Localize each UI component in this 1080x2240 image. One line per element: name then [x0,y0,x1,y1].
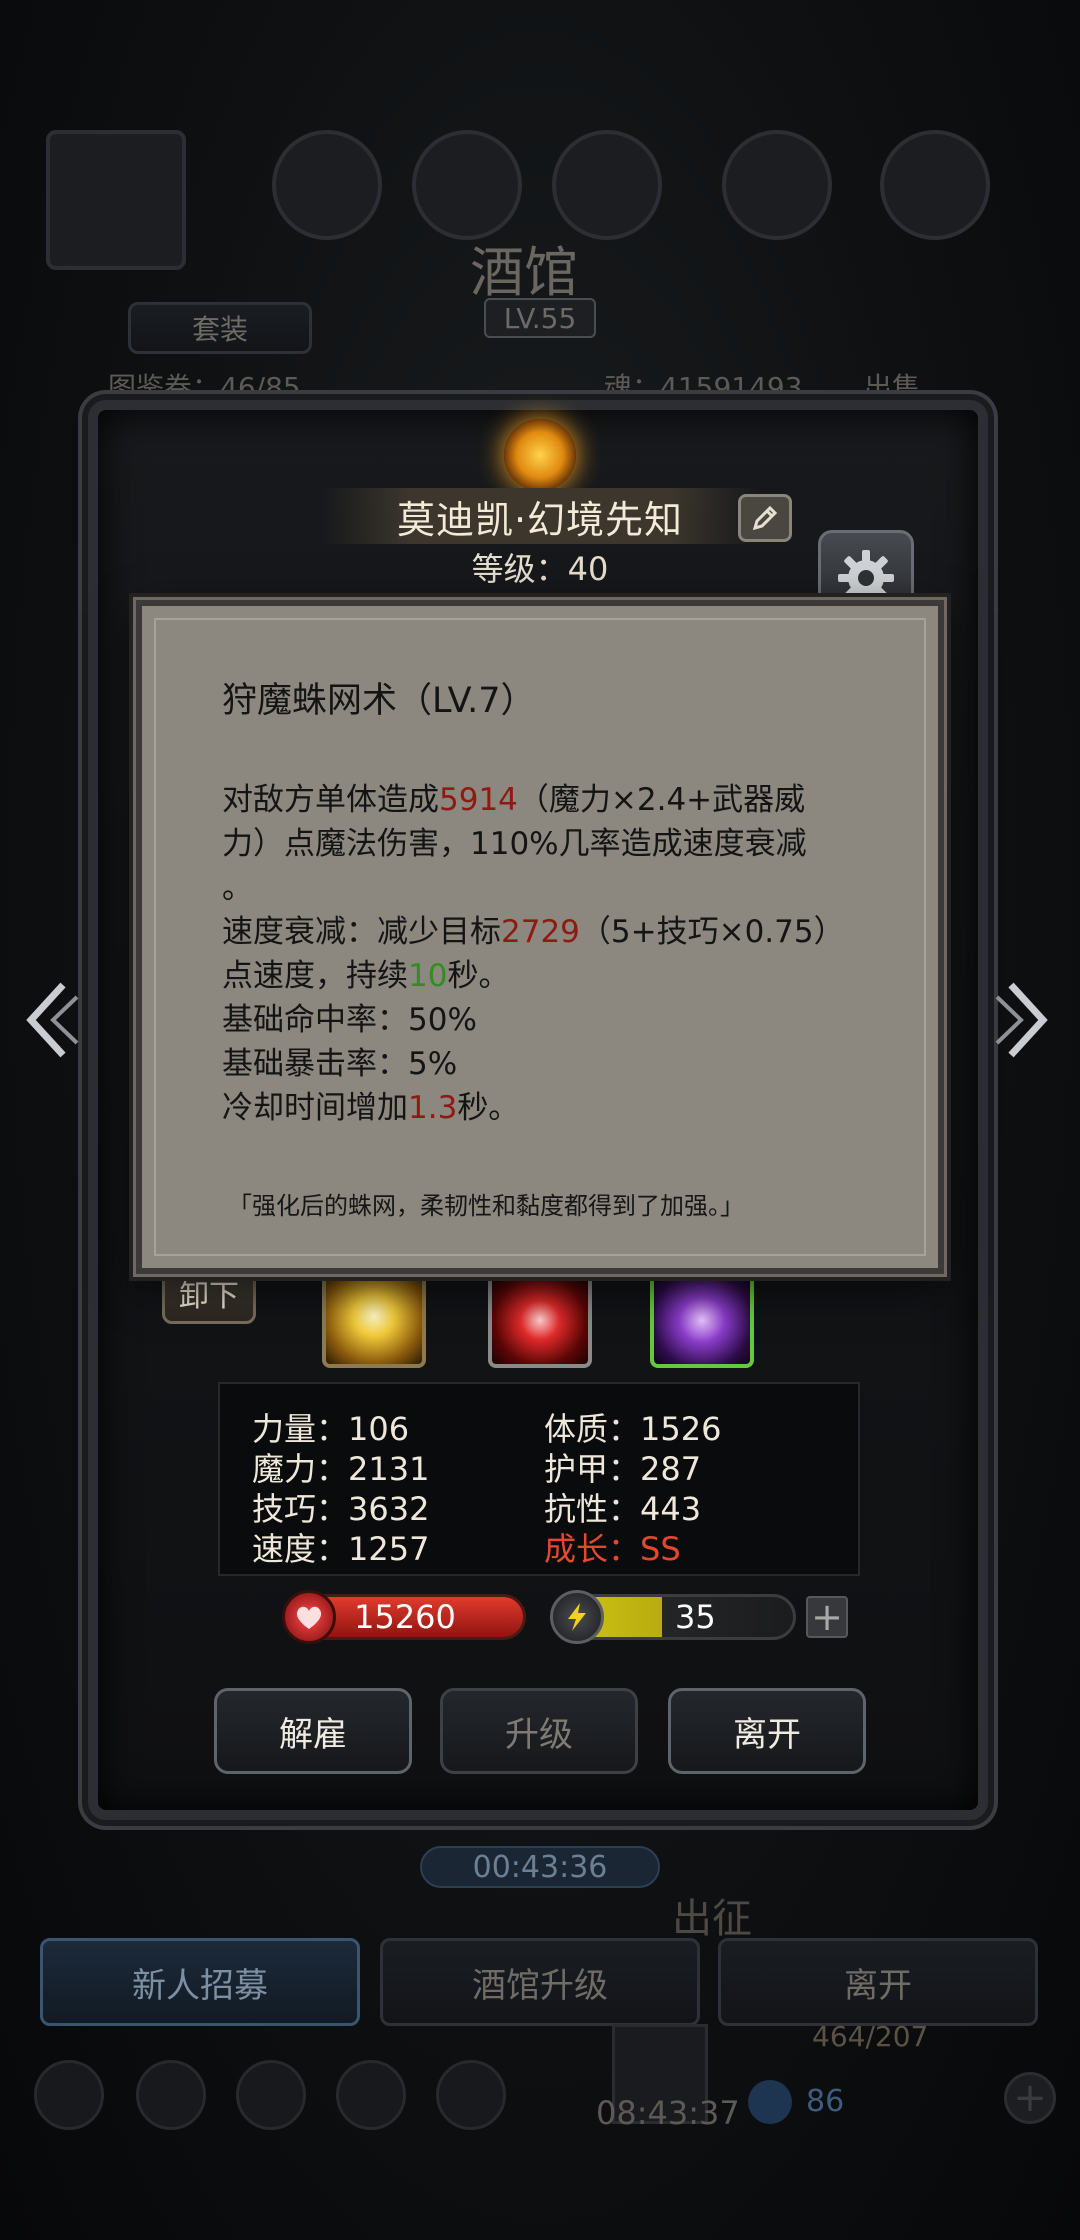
tavern-upgrade-button[interactable]: 酒馆升级 [380,1938,700,2026]
skill-slot-slash[interactable] [488,1272,592,1368]
plus-icon[interactable]: + [806,1596,848,1638]
bottom-nav-5[interactable] [436,2060,506,2130]
desc-text: 速度衰减：减少目标 [222,914,501,950]
bottom-nav-2[interactable] [136,2060,206,2130]
stat-speed: 速度：1257 [252,1530,430,1568]
damage-value: 5914 [439,782,518,818]
bottom-nav-1[interactable] [34,2060,104,2130]
desc-text: （魔力×2.4+武器威 [517,782,806,818]
upgrade-button[interactable]: 升级 [440,1688,638,1774]
skill-description: 对敌方单体造成5914（魔力×2.4+武器威 力）点魔法伤害，110%几率造成速… [222,778,882,1130]
bottom-plus-icon[interactable]: + [1004,2072,1056,2124]
desc-text: 冷却时间增加 [222,1090,408,1126]
chevron-left-icon [26,982,79,1058]
recruit-button[interactable]: 新人招募 [40,1938,360,2026]
bottom-nav-3[interactable] [236,2060,306,2130]
tavern-level-badge: LV.55 [484,298,596,338]
tavern-section-label: 出征 [672,1896,752,1942]
bottom-gem-icon [748,2080,792,2124]
desc-text: 对敌方单体造成 [222,782,439,818]
skill-flavor-text: 「强化后的蛛网，柔韧性和黏度都得到了加强。」 [228,1192,744,1220]
desc-text: 。 [222,870,253,906]
desc-text: 力）点魔法伤害，110%几率造成速度衰减 [222,826,807,862]
bottom-gem-value: 86 [806,2084,845,2119]
skill-slot-light[interactable] [322,1272,426,1368]
tavern-top-icon-4 [722,130,832,240]
tavern-top-icon-2 [412,130,522,240]
slow-value: 2729 [501,914,580,950]
leave-button[interactable]: 离开 [668,1688,866,1774]
stat-growth: 成长：SS [544,1530,681,1568]
hero-name: 莫迪凯·幻境先知 [322,488,758,544]
tavern-leave-button[interactable]: 离开 [718,1938,1038,2026]
desc-text: （5+技巧×0.75） [579,914,845,950]
skill-slot-web[interactable] [650,1272,754,1368]
skill-title: 狩魔蛛网术（LV.7） [222,681,536,721]
dismiss-button[interactable]: 解雇 [214,1688,412,1774]
tavern-top-icon-5 [880,130,990,240]
edit-icon [752,505,778,531]
chevron-right-icon [995,982,1048,1058]
desc-text: 点速度，持续 [222,958,408,994]
heart-icon [282,1590,336,1644]
skill-tooltip[interactable]: 狩魔蛛网术（LV.7） 对敌方单体造成5914（魔力×2.4+武器威 力）点魔法… [136,600,944,1274]
tavern-title: 酒馆 [470,241,578,304]
hero-level: 等级：40 [471,550,609,588]
tavern-hero-slot [46,130,186,270]
bottom-nav-4[interactable] [336,2060,406,2130]
tab-set[interactable]: 套装 [128,302,312,354]
tavern-timer: 00:43:36 [420,1846,660,1888]
bottom-timer: 08:43:37 [596,2094,740,2132]
desc-text: 秒。 [447,958,510,994]
tavern-top-icon-3 [552,130,662,240]
cooldown-value: 1.3 [408,1090,458,1126]
hit-rate: 基础命中率：50% [222,1002,477,1038]
next-hero-button[interactable] [990,970,1060,1070]
bottom-counter: 464/207 [812,2020,929,2053]
desc-text: 秒。 [457,1090,520,1126]
lightning-icon [550,1590,604,1644]
edit-name-button[interactable] [738,494,792,542]
previous-hero-button[interactable] [14,970,84,1070]
tavern-top-icon-1 [272,130,382,240]
crit-rate: 基础暴击率：5% [222,1046,458,1082]
duration-value: 10 [408,958,448,994]
